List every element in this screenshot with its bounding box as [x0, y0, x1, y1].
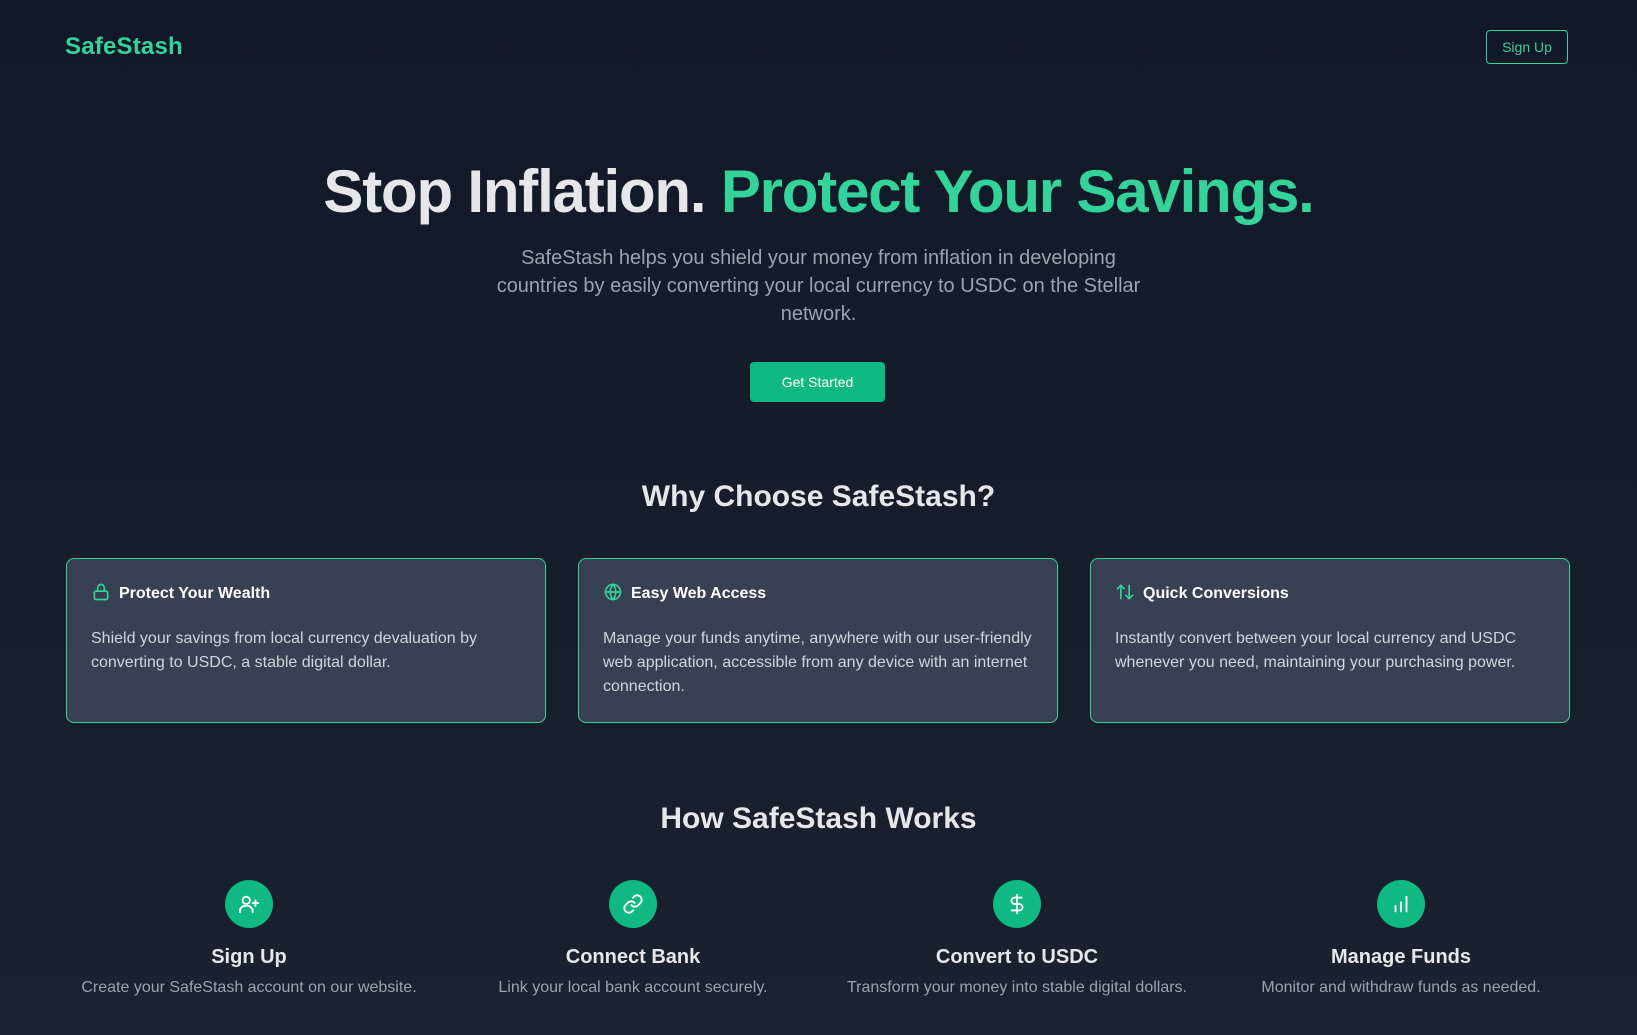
- step-sign-up: Sign Up Create your SafeStash account on…: [57, 880, 441, 997]
- arrows-up-down-icon: [1115, 582, 1135, 607]
- step-description: Monitor and withdraw funds as needed.: [1261, 979, 1541, 996]
- feature-title: Easy Web Access: [631, 585, 767, 602]
- step-description: Create your SafeStash account on our web…: [81, 979, 417, 996]
- hero-subtitle: SafeStash helps you shield your money fr…: [496, 247, 1141, 325]
- feature-description: Instantly convert between your local cur…: [1115, 630, 1517, 671]
- feature-card-protect-wealth: Protect Your Wealth Shield your savings …: [66, 558, 546, 723]
- feature-card-quick-conversions: Quick Conversions Instantly convert betw…: [1090, 558, 1570, 723]
- logo[interactable]: SafeStash: [65, 33, 183, 61]
- step-manage-funds: Manage Funds Monitor and withdraw funds …: [1209, 880, 1593, 997]
- link-icon: [609, 880, 657, 928]
- how-section-title: How SafeStash Works: [660, 802, 977, 835]
- hero-title-accent: Protect Your Savings.: [720, 158, 1315, 225]
- user-plus-icon: [225, 880, 273, 928]
- site-header: SafeStash Sign Up: [0, 0, 1637, 96]
- features-grid: Protect Your Wealth Shield your savings …: [66, 558, 1570, 723]
- feature-card-web-access: Easy Web Access Manage your funds anytim…: [578, 558, 1058, 723]
- dollar-icon: [993, 880, 1041, 928]
- feature-title: Quick Conversions: [1143, 585, 1289, 602]
- feature-description: Manage your funds anytime, anywhere with…: [603, 630, 1032, 695]
- step-description: Transform your money into stable digital…: [847, 979, 1187, 996]
- step-description: Link your local bank account securely.: [498, 979, 768, 996]
- step-title: Sign Up: [211, 946, 287, 968]
- feature-title: Protect Your Wealth: [119, 585, 271, 602]
- lock-icon: [91, 582, 111, 607]
- hero-title: Stop Inflation. Protect Your Savings.: [0, 150, 1637, 234]
- step-connect-bank: Connect Bank Link your local bank accoun…: [441, 880, 825, 997]
- hero-section: Stop Inflation. Protect Your Savings. Sa…: [0, 150, 1637, 328]
- hero-title-main: Stop Inflation.: [323, 158, 706, 225]
- steps-row: Sign Up Create your SafeStash account on…: [57, 880, 1593, 997]
- globe-icon: [603, 582, 623, 607]
- step-title: Manage Funds: [1330, 946, 1471, 968]
- bar-chart-icon: [1377, 880, 1425, 928]
- step-title: Convert to USDC: [935, 946, 1099, 968]
- why-section-title: Why Choose SafeStash?: [641, 480, 996, 513]
- get-started-button[interactable]: Get Started: [750, 362, 885, 402]
- step-title: Connect Bank: [565, 946, 701, 968]
- feature-description: Shield your savings from local currency …: [91, 630, 477, 671]
- header-signup-button[interactable]: Sign Up: [1486, 30, 1568, 64]
- step-convert-usdc: Convert to USDC Transform your money int…: [825, 880, 1209, 997]
